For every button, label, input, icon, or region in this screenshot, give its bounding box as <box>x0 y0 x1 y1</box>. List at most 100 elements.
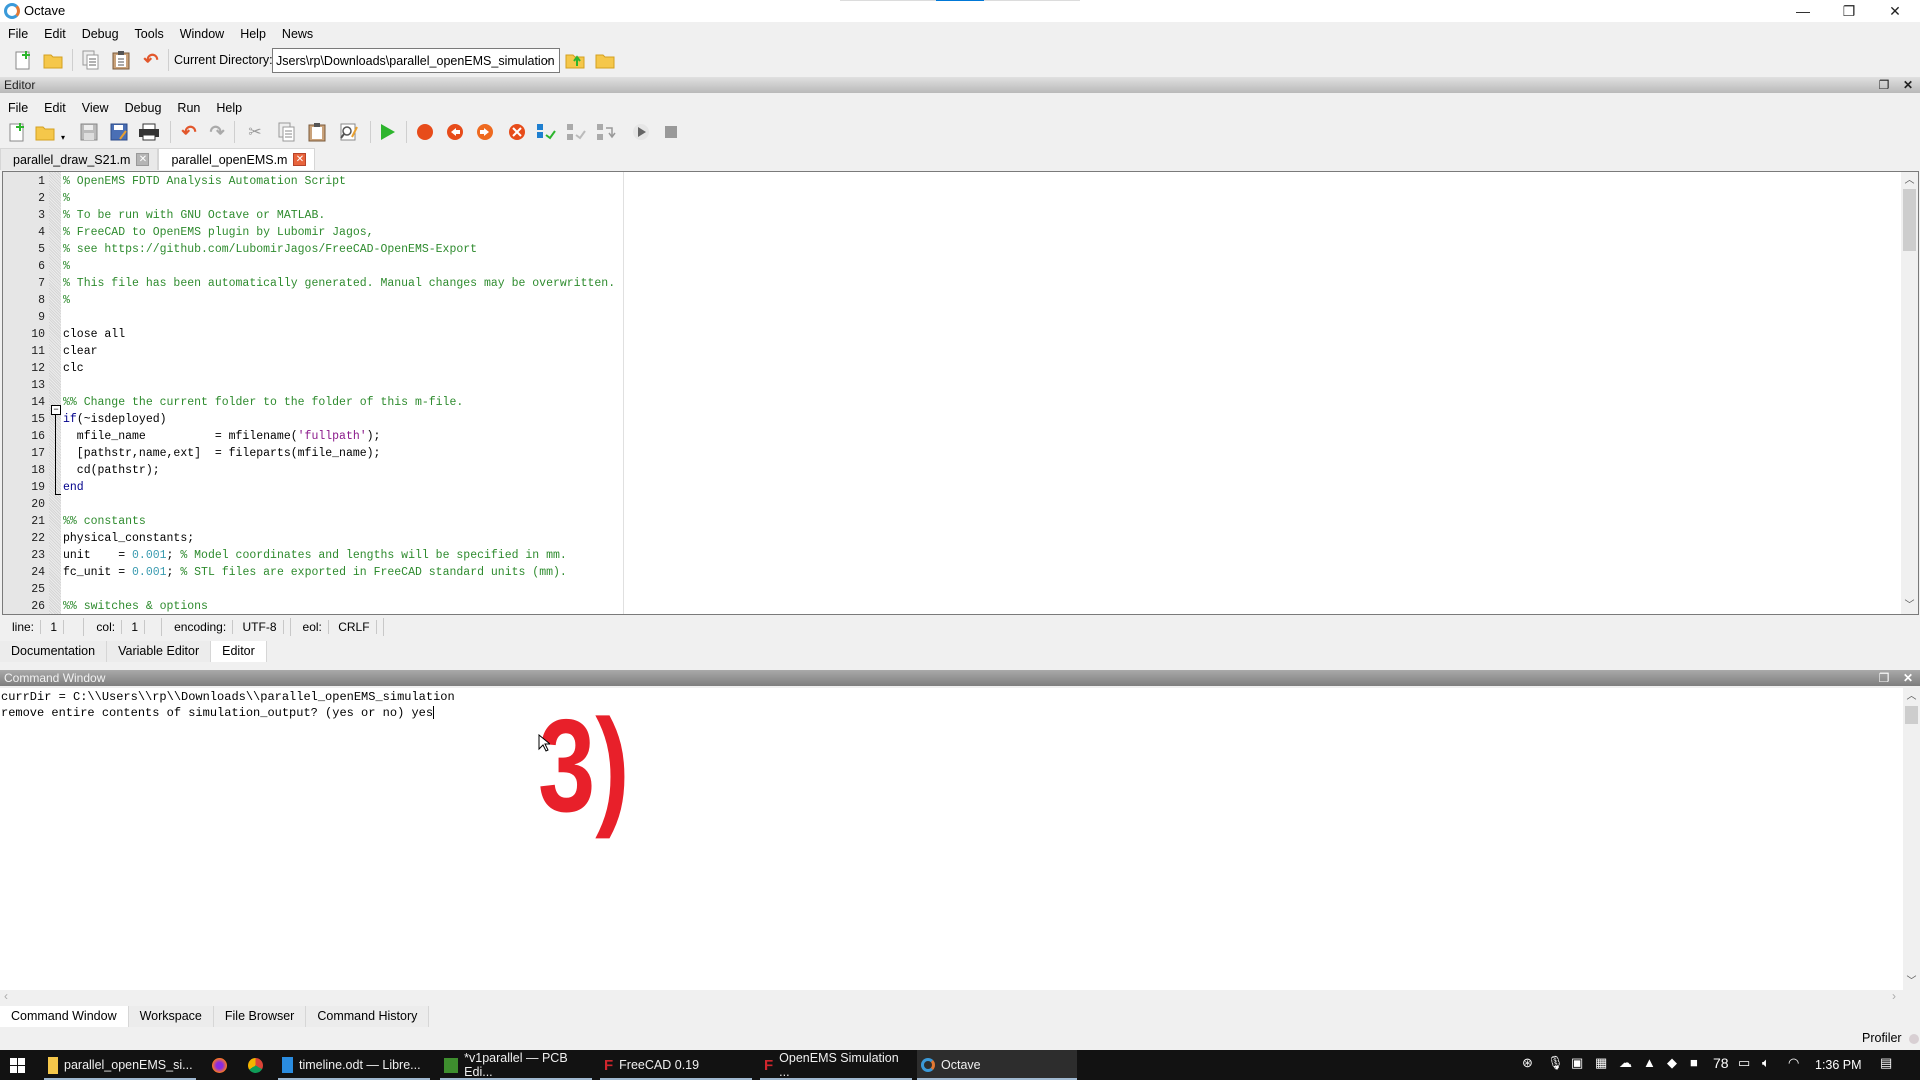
code-line[interactable]: 9 <box>3 309 1918 326</box>
square-tray-icon[interactable]: ■ <box>1690 1055 1698 1070</box>
editor-menu-debug[interactable]: Debug <box>117 101 170 115</box>
menu-news[interactable]: News <box>274 27 321 41</box>
taskbar-item-libreoffice[interactable]: timeline.odt — Libre... <box>278 1050 430 1080</box>
code-line[interactable]: 25 <box>3 581 1918 598</box>
scroll-up-icon[interactable]: ︿ <box>1903 688 1920 705</box>
find-replace-icon[interactable] <box>338 121 360 143</box>
volume-tray-icon[interactable]: 🔈︎ <box>1762 1055 1770 1071</box>
code-line[interactable]: 20 <box>3 496 1918 513</box>
scroll-right-icon[interactable]: › <box>1892 989 1896 1003</box>
code-line[interactable]: 13 <box>3 377 1918 394</box>
menu-edit[interactable]: Edit <box>36 27 74 41</box>
wifi-tray-icon[interactable]: ◠ <box>1788 1055 1799 1071</box>
diamond-tray-icon[interactable]: ◆ <box>1667 1055 1677 1071</box>
browse-folder-icon[interactable] <box>594 49 616 71</box>
screen-share-tray-icon[interactable]: ▣ <box>1571 1055 1583 1071</box>
current-directory-combobox[interactable]: Jsers\rp\Downloads\parallel_openEMS_simu… <box>272 48 560 73</box>
tab-workspace[interactable]: Workspace <box>128 1006 214 1027</box>
remove-breakpoints-icon[interactable] <box>506 121 528 143</box>
cut-icon[interactable]: ✂ <box>244 121 266 143</box>
code-line[interactable]: 4 % FreeCAD to OpenEMS plugin by Lubomir … <box>3 224 1918 241</box>
print-icon[interactable] <box>138 121 160 143</box>
code-line[interactable]: 12 clc <box>3 360 1918 377</box>
editor-menu-file[interactable]: File <box>0 101 36 115</box>
microphone-tray-icon[interactable]: 🎙︎ <box>1547 1055 1564 1071</box>
save-as-icon[interactable] <box>108 121 130 143</box>
code-line[interactable]: 17 [pathstr,name,ext] = fileparts(mfile_… <box>3 445 1918 462</box>
code-line[interactable]: 5 % see https://github.com/LubomirJagos/F… <box>3 241 1918 258</box>
code-line[interactable]: 14 %% Change the current folder to the fo… <box>3 394 1918 411</box>
undo-icon[interactable]: ↶ <box>178 121 200 143</box>
menu-file[interactable]: File <box>0 27 36 41</box>
code-line[interactable]: 21 %% constants <box>3 513 1918 530</box>
copy-icon[interactable] <box>276 121 298 143</box>
code-line[interactable]: 2% <box>3 190 1918 207</box>
tab-variable-editor[interactable]: Variable Editor <box>107 641 212 662</box>
menu-help[interactable]: Help <box>232 27 274 41</box>
paste-icon[interactable] <box>110 49 132 71</box>
tab-parallel-openems[interactable]: parallel_openEMS.m ✕ <box>158 148 316 170</box>
code-line[interactable]: 22 physical_constants; <box>3 530 1918 547</box>
code-line[interactable]: 6% <box>3 258 1918 275</box>
save-icon[interactable] <box>78 121 100 143</box>
run-icon[interactable] <box>376 121 398 143</box>
menu-window[interactable]: Window <box>172 27 232 41</box>
minimize-button[interactable]: — <box>1780 0 1826 22</box>
taskbar-item-firefox[interactable] <box>208 1050 228 1080</box>
tab-command-window[interactable]: Command Window <box>0 1006 129 1027</box>
cloud-tray-icon[interactable]: ☁ <box>1619 1055 1632 1071</box>
battery-tray-icon[interactable]: ▭ <box>1738 1055 1750 1071</box>
profiler-status[interactable]: Profiler <box>1862 1031 1920 1045</box>
scroll-down-icon[interactable]: ﹀ <box>1901 597 1918 614</box>
editor-vertical-scrollbar[interactable]: ︿ ﹀ <box>1901 172 1918 614</box>
code-line[interactable]: 11 clear <box>3 343 1918 360</box>
code-line[interactable]: 15 if(~isdeployed) <box>3 411 1918 428</box>
obs-tray-icon[interactable]: ⊛ <box>1522 1055 1533 1071</box>
code-editor[interactable]: 1 % OpenEMS FDTD Analysis Automation Scri… <box>2 171 1919 615</box>
scroll-down-icon[interactable]: ﹀ <box>1903 973 1920 990</box>
command-window-console[interactable]: currDir = C:\\Users\\rp\\Downloads\\para… <box>0 688 1920 990</box>
google-drive-tray-icon[interactable]: ▲ <box>1643 1055 1656 1070</box>
scrollbar-thumb[interactable] <box>1905 706 1918 724</box>
new-script-icon[interactable] <box>12 49 34 71</box>
clock[interactable]: 1:36 PM <box>1815 1058 1862 1072</box>
console-vertical-scrollbar[interactable]: ︿ ﹀ <box>1903 688 1920 990</box>
next-breakpoint-icon[interactable] <box>474 121 496 143</box>
undock-icon[interactable]: ❐ <box>1876 77 1892 93</box>
taskbar-item-kicad[interactable]: *v1parallel — PCB Edi... <box>440 1050 592 1080</box>
windows-start-icon[interactable] <box>10 1058 25 1076</box>
open-folder-icon[interactable] <box>42 49 64 71</box>
scroll-left-icon[interactable]: ‹ <box>4 989 8 1003</box>
tab-file-browser[interactable]: File Browser <box>213 1006 307 1027</box>
menu-debug[interactable]: Debug <box>74 27 127 41</box>
taskbar-item-openems[interactable]: F OpenEMS Simulation ... <box>760 1050 912 1080</box>
quit-debug-icon[interactable] <box>660 121 682 143</box>
code-line[interactable]: 26 %% switches & options <box>3 598 1918 614</box>
scroll-up-icon[interactable]: ︿ <box>1901 172 1918 189</box>
fold-collapse-icon[interactable]: − <box>51 405 61 415</box>
code-line[interactable]: 16 mfile_name = mfilename('fullpath'); <box>3 428 1918 445</box>
chevron-down-icon[interactable]: ⌄ <box>544 52 553 65</box>
code-line[interactable]: 8% <box>3 292 1918 309</box>
new-file-icon[interactable] <box>6 121 28 143</box>
step-over-icon[interactable] <box>536 121 558 143</box>
code-line[interactable]: 18 cd(pathstr); <box>3 462 1918 479</box>
menu-tools[interactable]: Tools <box>127 27 172 41</box>
close-tab-icon[interactable]: ✕ <box>136 153 150 166</box>
notifications-icon[interactable]: ▤ <box>1880 1055 1892 1071</box>
close-dock-icon[interactable]: ✕ <box>1900 77 1916 93</box>
step-in-icon[interactable] <box>566 121 588 143</box>
close-dock-icon[interactable]: ✕ <box>1900 670 1916 686</box>
code-line[interactable]: 19 end <box>3 479 1918 496</box>
code-line[interactable]: 1 % OpenEMS FDTD Analysis Automation Scri… <box>3 173 1918 190</box>
step-out-icon[interactable] <box>596 121 618 143</box>
taskbar-item-explorer[interactable]: parallel_openEMS_si... <box>44 1050 196 1080</box>
undo-icon[interactable]: ↶ <box>140 49 162 71</box>
console-input-line[interactable]: remove entire contents of simulation_out… <box>1 705 435 721</box>
restore-button[interactable]: ❐ <box>1826 0 1872 22</box>
continue-icon[interactable] <box>630 121 652 143</box>
parent-directory-icon[interactable] <box>564 49 586 71</box>
tab-documentation[interactable]: Documentation <box>0 641 108 662</box>
open-dropdown-icon[interactable]: ▾ <box>52 126 74 148</box>
app-tray-icon[interactable]: ▦ <box>1595 1055 1607 1071</box>
